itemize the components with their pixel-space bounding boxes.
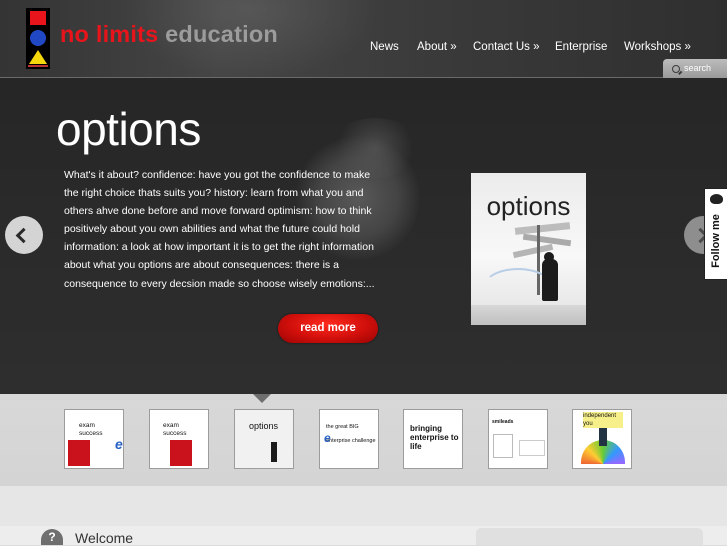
book-cover-icon: [170, 440, 192, 466]
search-icon[interactable]: [672, 65, 680, 73]
thumbnail-options[interactable]: options: [234, 409, 294, 469]
bird-icon: [710, 194, 723, 204]
active-slide-pointer-icon: [253, 394, 271, 403]
slide-image[interactable]: options: [471, 173, 586, 325]
thumbnail-strip: exam success e exam success options the …: [0, 394, 727, 486]
thumbnail-caption: independent you: [583, 412, 623, 428]
thumbnail-bringing-enterprise[interactable]: bringing enterprise to life: [403, 409, 463, 469]
thumbnail-caption: smileads: [492, 419, 514, 425]
logo-caption-mark: [28, 65, 48, 67]
main-nav: News About » Contact Us » Enterprise Wor…: [0, 41, 727, 57]
site-header: no limits education News About » Contact…: [0, 0, 727, 78]
document-icon: [493, 434, 513, 458]
thumbnail-exam-success-2[interactable]: exam success: [149, 409, 209, 469]
slide-image-reflection: [471, 305, 586, 325]
document-icon: [519, 440, 545, 456]
thumbnail-caption: exam success: [79, 422, 103, 437]
thumbnail-caption: exam success: [163, 422, 187, 437]
follow-me-tab[interactable]: Follow me: [704, 188, 727, 280]
person-figure-icon: [542, 259, 558, 301]
follow-me-label: Follow me: [710, 214, 722, 268]
nav-item-about[interactable]: About »: [417, 41, 457, 53]
thumbnail-caption: options: [249, 421, 279, 431]
search-input[interactable]: [684, 61, 724, 75]
nav-item-contact-us[interactable]: Contact Us »: [473, 41, 539, 53]
prev-slide-button[interactable]: [5, 216, 43, 254]
person-figure-icon: [599, 428, 607, 446]
read-more-button[interactable]: read more: [278, 314, 378, 343]
search-box[interactable]: [663, 59, 727, 78]
nav-item-enterprise[interactable]: Enterprise: [555, 41, 607, 53]
person-figure-icon: [271, 442, 277, 462]
nav-item-workshops[interactable]: Workshops »: [624, 41, 691, 53]
thumbnail-enterprise-challenge[interactable]: the great BIG enterprise challenge e: [319, 409, 379, 469]
hero-slider: options What's it about? confidence: hav…: [0, 78, 727, 394]
slide-description: What's it about? confidence: have you go…: [64, 169, 375, 290]
thumbnail-smileads[interactable]: smileads: [488, 409, 548, 469]
logo-square-icon: [30, 11, 46, 25]
thumbnail-letter: e: [324, 431, 331, 445]
slide-title: options: [56, 103, 201, 155]
thumbnail-independent-you[interactable]: independent you: [572, 409, 632, 469]
book-cover-icon: [68, 440, 90, 466]
slide-image-word: options: [486, 191, 571, 221]
nav-item-news[interactable]: News: [370, 41, 399, 53]
logo-icon[interactable]: [26, 8, 50, 69]
thumbnail-caption: the great BIG enterprise challenge: [326, 424, 376, 444]
welcome-heading: Welcome: [75, 530, 134, 546]
thumbnail-caption: bringing enterprise to life: [410, 424, 459, 451]
thumbnail-exam-success-1[interactable]: exam success e: [64, 409, 124, 469]
sidebar-box: [476, 528, 703, 545]
help-icon: ?: [41, 529, 63, 545]
thumbnail-letter: e: [115, 436, 123, 452]
